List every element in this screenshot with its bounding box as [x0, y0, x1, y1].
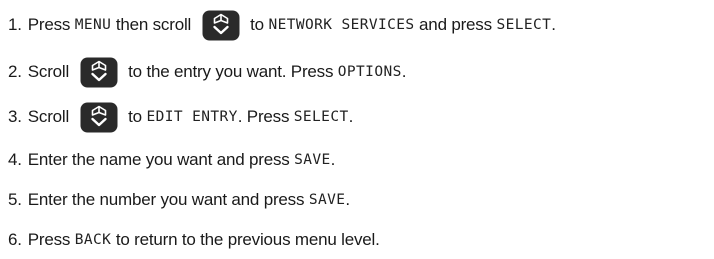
instruction-text: .: [348, 107, 354, 126]
instruction-text: .: [330, 150, 336, 169]
display-text: OPTIONS: [337, 64, 402, 80]
instruction-text: to: [123, 107, 147, 126]
step-3: 3. Scroll to EDIT ENTRY. Press SELECT.: [8, 102, 353, 132]
step-4: 4. Enter the name you want and press SAVE…: [8, 145, 335, 175]
instruction-text: to return to the previous menu level.: [111, 230, 380, 249]
instruction-text: to the entry you want. Press: [123, 62, 338, 81]
instruction-text: Scroll: [27, 107, 74, 126]
display-text: SELECT: [293, 109, 349, 125]
instruction-text: then scroll: [111, 15, 196, 34]
instruction-text: .: [551, 15, 556, 34]
display-text: SAVE: [308, 192, 346, 208]
display-text: SAVE: [294, 152, 331, 168]
step-number: 6.: [8, 230, 22, 249]
instruction-text: to: [245, 15, 269, 34]
instruction-text: Press: [27, 15, 75, 34]
instruction-text: Enter the number you want and press: [27, 190, 309, 209]
navigation-key-icon: [80, 102, 118, 133]
instruction-text: . Press: [237, 107, 294, 126]
step-number: 3.: [8, 107, 22, 126]
navigation-key-icon: [80, 57, 118, 88]
step-2: 2. Scroll to the entry you want. Press OP…: [8, 57, 406, 87]
instruction-text: and press: [414, 15, 497, 34]
instruction-text: .: [401, 62, 407, 81]
instruction-text: Scroll: [27, 62, 74, 81]
step-1: 1. Press MENU then scroll to NETWORK SERV…: [8, 10, 556, 40]
step-number: 2.: [8, 62, 22, 81]
step-number: 5.: [8, 190, 22, 209]
display-text: EDIT ENTRY: [146, 109, 238, 125]
step-number: 4.: [8, 150, 22, 169]
step-5: 5. Enter the number you want and press SA…: [8, 185, 350, 215]
instruction-text: Press: [27, 230, 75, 249]
instruction-text: Enter the name you want and press: [27, 150, 295, 169]
display-text: MENU: [74, 17, 112, 33]
step-number: 1.: [8, 15, 22, 34]
display-text: NETWORK SERVICES: [268, 17, 415, 33]
step-6: 6. Press BACK to return to the previous m…: [8, 225, 380, 255]
instruction-text: .: [345, 190, 350, 209]
display-text: SELECT: [496, 17, 552, 33]
navigation-key-icon: [202, 10, 240, 41]
display-text: BACK: [74, 232, 112, 248]
